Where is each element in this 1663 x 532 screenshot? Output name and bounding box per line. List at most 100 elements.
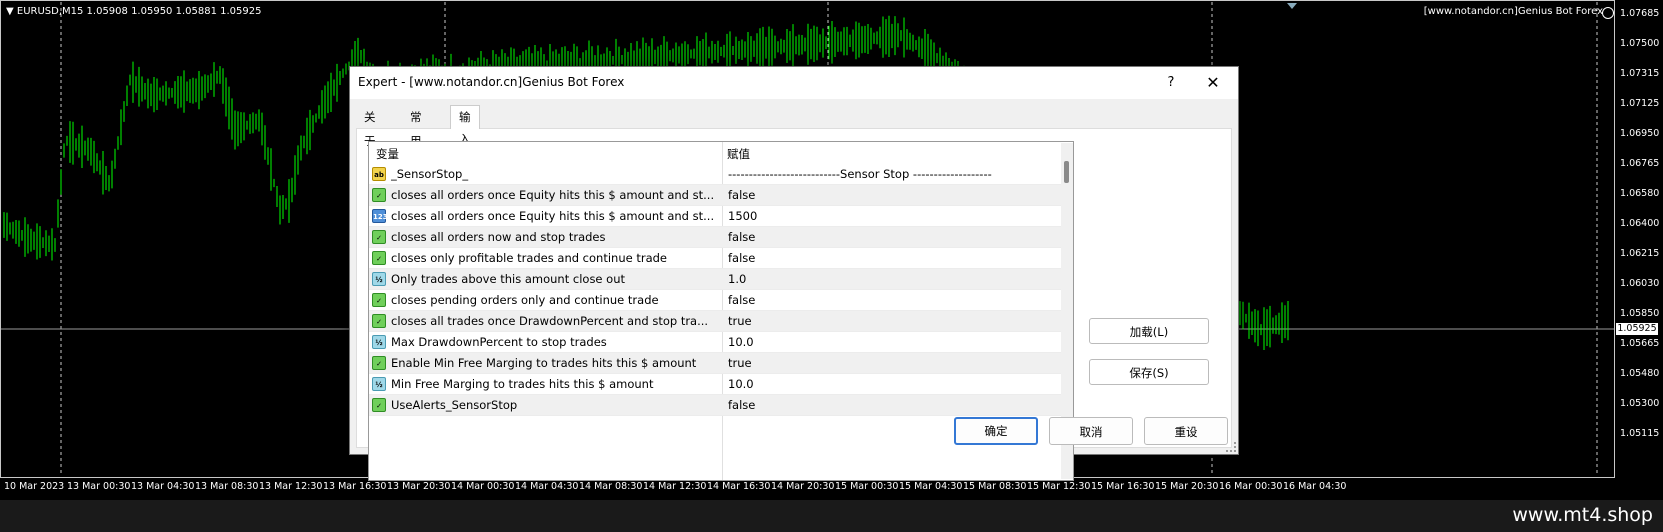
current-price-label: 1.05925	[1616, 323, 1658, 335]
price-tick-label: 1.05480	[1620, 368, 1660, 379]
time-tick-label: 15 Mar 04:30	[899, 481, 963, 492]
parameter-value[interactable]: false	[728, 398, 755, 412]
time-tick-label: 14 Mar 00:30	[451, 481, 515, 492]
grid-header: 变量 赋值	[369, 142, 1073, 164]
save-button[interactable]: 保存(S)	[1089, 359, 1209, 385]
parameter-row[interactable]: ✓ closes only profitable trades and conti…	[369, 248, 1073, 269]
ok-button[interactable]: 确定	[954, 417, 1038, 445]
time-tick-label: 10 Mar 2023	[4, 481, 65, 492]
time-tick-label: 15 Mar 20:30	[1155, 481, 1219, 492]
boolean-type-icon: ✓	[372, 293, 386, 307]
dialog-title: Expert - [www.notandor.cn]Genius Bot For…	[358, 75, 625, 89]
parameter-name: closes all orders once Equity hits this …	[391, 188, 715, 202]
parameter-value[interactable]: 1500	[728, 209, 757, 223]
parameter-value[interactable]: true	[728, 356, 752, 370]
parameter-name: closes all orders now and stop trades	[391, 230, 606, 244]
time-tick-label: 16 Mar 00:30	[1219, 481, 1283, 492]
price-tick-label: 1.07500	[1620, 38, 1660, 49]
parameter-value[interactable]: false	[728, 293, 755, 307]
parameter-value[interactable]: false	[728, 188, 755, 202]
time-tick-label: 13 Mar 00:30	[67, 481, 131, 492]
time-tick-label: 13 Mar 16:30	[323, 481, 387, 492]
parameter-row[interactable]: ½ Max DrawdownPercent to stop trades 10.0	[369, 332, 1073, 353]
parameter-row[interactable]: ✓ UseAlerts_SensorStop false	[369, 395, 1073, 416]
bottom-bar	[0, 500, 1663, 532]
parameter-name: Max DrawdownPercent to stop trades	[391, 335, 607, 349]
parameter-name: Min Free Marging to trades hits this $ a…	[391, 377, 654, 391]
parameter-row[interactable]: 123 closes all orders once Equity hits th…	[369, 206, 1073, 227]
parameter-row[interactable]: ✓ closes all orders now and stop trades fa…	[369, 227, 1073, 248]
parameter-row[interactable]: ✓ closes all orders once Equity hits this…	[369, 185, 1073, 206]
parameter-row[interactable]: ½ Only trades above this amount close out…	[369, 269, 1073, 290]
parameter-name: Only trades above this amount close out	[391, 272, 625, 286]
parameter-name: UseAlerts_SensorStop	[391, 398, 518, 412]
load-button[interactable]: 加载(L)	[1089, 318, 1209, 344]
scrollbar-thumb[interactable]	[1064, 161, 1069, 183]
parameter-value[interactable]: 10.0	[728, 335, 754, 349]
parameter-name: closes all orders once Equity hits this …	[391, 209, 715, 223]
price-tick-label: 1.05115	[1620, 428, 1660, 439]
price-tick-label: 1.06580	[1620, 188, 1660, 199]
time-tick-label: 15 Mar 08:30	[963, 481, 1027, 492]
boolean-type-icon: ✓	[372, 356, 386, 370]
price-tick-label: 1.06950	[1620, 128, 1660, 139]
column-header-variable[interactable]: 变量	[376, 146, 399, 162]
boolean-type-icon: ✓	[372, 188, 386, 202]
cancel-button[interactable]: 取消	[1049, 417, 1133, 445]
integer-type-icon: 123	[372, 209, 388, 223]
tab-inputs[interactable]: 输入参数	[450, 105, 480, 190]
time-tick-label: 15 Mar 00:30	[835, 481, 899, 492]
parameter-row[interactable]: ab _SensorStop_ --------------------------…	[369, 164, 1073, 185]
help-button[interactable]: ?	[1160, 72, 1182, 94]
expert-name-label: [www.notandor.cn]Genius Bot Forex	[1423, 6, 1603, 17]
collapse-triangle-icon[interactable]: ▼	[6, 6, 17, 17]
parameter-value[interactable]: 10.0	[728, 377, 754, 391]
symbol-info: ▼ EURUSD,M15 1.05908 1.05950 1.05881 1.0…	[6, 6, 261, 17]
close-button[interactable]: ✕	[1202, 72, 1224, 94]
price-tick-label: 1.07125	[1620, 98, 1660, 109]
price-tick-label: 1.06765	[1620, 158, 1660, 169]
time-tick-label: 13 Mar 04:30	[131, 481, 195, 492]
expert-status-icon[interactable]	[1602, 7, 1614, 19]
price-tick-label: 1.05665	[1620, 338, 1660, 349]
tab-about[interactable]: 关于	[356, 105, 384, 148]
watermark: www.mt4.shop	[1512, 504, 1653, 526]
reset-button[interactable]: 重设	[1144, 417, 1228, 445]
time-tick-label: 14 Mar 12:30	[643, 481, 707, 492]
time-tick-label: 13 Mar 12:30	[259, 481, 323, 492]
column-header-value[interactable]: 赋值	[727, 146, 750, 162]
time-tick-label: 15 Mar 16:30	[1091, 481, 1155, 492]
parameter-value[interactable]: true	[728, 314, 752, 328]
parameter-value[interactable]: false	[728, 230, 755, 244]
time-tick-label: 14 Mar 08:30	[579, 481, 643, 492]
tab-common[interactable]: 常用	[402, 105, 430, 148]
time-tick-label: 14 Mar 20:30	[771, 481, 835, 492]
price-tick-label: 1.07315	[1620, 68, 1660, 79]
price-tick-label: 1.06030	[1620, 278, 1660, 289]
marker-triangle-icon	[1287, 3, 1297, 9]
resize-grip-icon[interactable]	[1226, 442, 1236, 452]
boolean-type-icon: ✓	[372, 230, 386, 244]
parameter-row[interactable]: ✓ closes all trades once DrawdownPercent …	[369, 311, 1073, 332]
parameter-value[interactable]: ---------------------------Sensor Stop -…	[728, 167, 992, 181]
parameter-value[interactable]: 1.0	[728, 272, 746, 286]
parameter-value[interactable]: false	[728, 251, 755, 265]
parameter-row[interactable]: ½ Min Free Marging to trades hits this $ …	[369, 374, 1073, 395]
double-type-icon: ½	[372, 377, 386, 391]
time-tick-label: 15 Mar 12:30	[1027, 481, 1091, 492]
parameter-row[interactable]: ✓ Enable Min Free Marging to trades hits …	[369, 353, 1073, 374]
dialog-titlebar[interactable]: Expert - [www.notandor.cn]Genius Bot For…	[350, 67, 1238, 99]
boolean-type-icon: ✓	[372, 251, 386, 265]
price-tick-label: 1.05850	[1620, 308, 1660, 319]
price-tick-label: 1.07685	[1620, 8, 1660, 19]
parameter-name: closes all trades once DrawdownPercent a…	[391, 314, 709, 328]
boolean-type-icon: ✓	[372, 398, 386, 412]
time-tick-label: 13 Mar 20:30	[387, 481, 451, 492]
parameter-name: Enable Min Free Marging to trades hits t…	[391, 356, 697, 370]
expert-properties-dialog: Expert - [www.notandor.cn]Genius Bot For…	[349, 66, 1239, 481]
parameter-name: _SensorStop_	[391, 167, 469, 181]
parameter-name: closes pending orders only and continue …	[391, 293, 659, 307]
parameter-row[interactable]: ✓ closes pending orders only and continue…	[369, 290, 1073, 311]
time-tick-label: 14 Mar 16:30	[707, 481, 771, 492]
double-type-icon: ½	[372, 272, 386, 286]
